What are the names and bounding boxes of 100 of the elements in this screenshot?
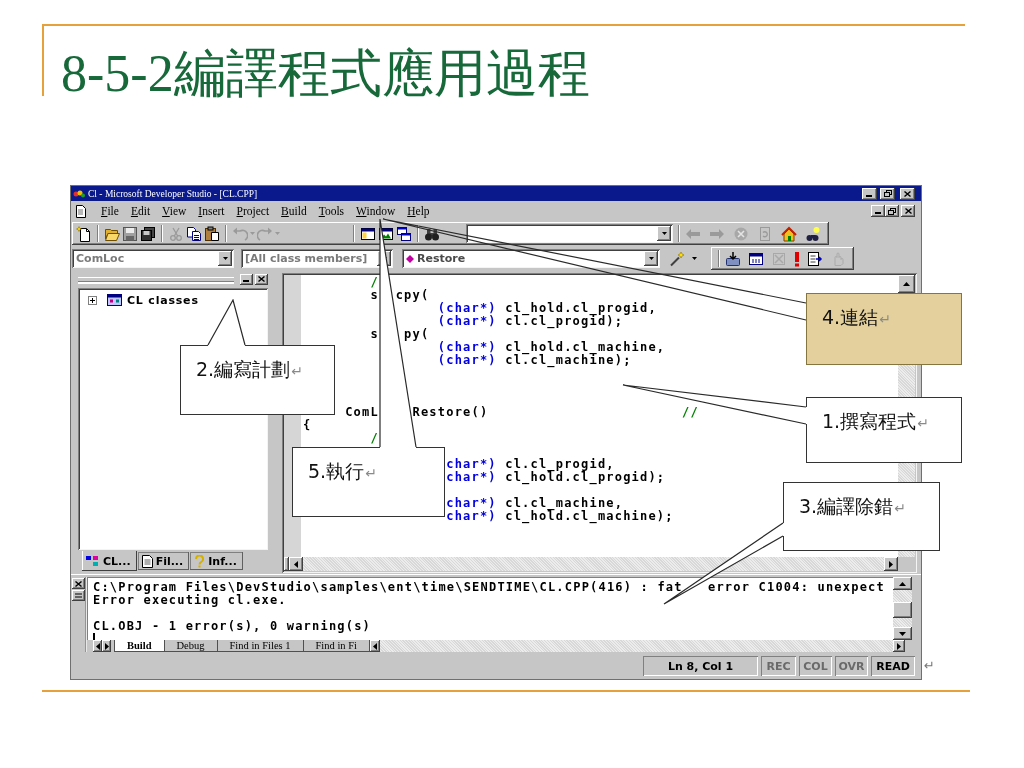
home-icon[interactable]: [781, 225, 797, 242]
menu-item[interactable]: Project: [230, 204, 276, 218]
close-button[interactable]: [72, 578, 85, 589]
output-line: C:\Program Files\DevStudio\samples\ent\time\SENDTIME\CL.CPP(416) : fat error C1004: unexpect: [93, 580, 885, 594]
code-line: {: [303, 419, 312, 432]
code-line: s py(: [370, 328, 430, 341]
code-line: char*) cl_hold.cl_machine);: [446, 510, 674, 523]
restore-icon: [883, 190, 892, 197]
menu-item[interactable]: File: [95, 204, 125, 218]
pane-tab[interactable]: CL...: [82, 551, 137, 571]
classes-icon: [107, 293, 123, 307]
find-combo[interactable]: [466, 224, 673, 243]
scrollbar-track[interactable]: [898, 365, 915, 397]
down-arrow-icon: [899, 631, 906, 636]
minimize-button[interactable]: [240, 273, 253, 285]
up-arrow-icon: [899, 581, 906, 586]
scroll-right-button[interactable]: [884, 557, 898, 571]
cursor-position: Ln 8, Col 1: [643, 656, 758, 676]
close-button[interactable]: [255, 273, 268, 285]
callout-text: 5.執行↵: [308, 459, 377, 484]
scroll-down-button[interactable]: [893, 627, 912, 640]
output-tab[interactable]: Find in Files 1: [216, 640, 304, 652]
code-line: char*) cl_hold.cl_progid);: [446, 471, 666, 484]
new-file-icon[interactable]: [76, 225, 92, 242]
pane-tab[interactable]: Fil...: [137, 552, 190, 570]
scrollbar-thumb[interactable]: [893, 602, 912, 618]
save-all-icon[interactable]: [140, 225, 156, 242]
document-icon[interactable]: [74, 204, 87, 218]
dock-button[interactable]: [72, 590, 85, 601]
dropdown-button[interactable]: [657, 226, 671, 241]
dropdown-button[interactable]: [644, 251, 658, 266]
output-tab[interactable]: Find in Fi: [302, 640, 370, 652]
menu-item[interactable]: Insert: [192, 204, 231, 218]
close-button[interactable]: [900, 187, 915, 200]
dropdown-button[interactable]: [218, 251, 232, 266]
code-line: (char*) cl_hold.cl_machine,: [437, 341, 666, 354]
paragraph-mark: ↵: [924, 658, 935, 673]
save-icon[interactable]: [122, 225, 138, 242]
scrollbar-track[interactable]: [898, 463, 915, 482]
restore-button[interactable]: [880, 187, 895, 200]
tree-item[interactable]: CL classes: [127, 293, 199, 307]
page-arrow-icon[interactable]: [807, 250, 823, 267]
menu-item[interactable]: Help: [401, 204, 436, 218]
close-icon: [75, 580, 82, 587]
status-indicator: READ: [871, 656, 915, 676]
scroll-up-button[interactable]: [898, 275, 915, 293]
scroll-left-button[interactable]: [369, 640, 380, 652]
scroll-right-button[interactable]: [102, 640, 111, 652]
code-line: char*) cl.cl_progid,: [446, 458, 615, 471]
code-line: char*) cl.cl_machine,: [446, 497, 624, 510]
restore-button[interactable]: [885, 205, 899, 217]
caret-icon: [222, 257, 228, 260]
paste-icon[interactable]: [204, 225, 220, 242]
window-pane-icon[interactable]: [360, 225, 376, 242]
member-combo[interactable]: Restore: [402, 249, 660, 268]
scroll-left-button[interactable]: [289, 557, 303, 571]
window-title: Cl - Microsoft Developer Studio - [CL.CPP]: [88, 187, 259, 200]
cascaded-windows-icon[interactable]: [396, 225, 412, 242]
caret-icon: [661, 232, 667, 235]
right-arrow-icon: [889, 560, 893, 568]
output-tab[interactable]: Debug: [163, 640, 218, 652]
status-indicator: REC: [761, 656, 796, 676]
grid-window-icon[interactable]: [748, 250, 764, 267]
code-line: (char*) cl.cl_machine);: [437, 354, 632, 367]
menu-item[interactable]: Tools: [312, 204, 351, 218]
code-line: s cpy(: [370, 289, 430, 302]
left-arrow-icon: [294, 560, 298, 568]
exclamation-icon[interactable]: [794, 250, 800, 267]
minimize-button[interactable]: [871, 205, 885, 217]
minimize-button[interactable]: [862, 187, 877, 200]
scroll-right-button[interactable]: [893, 640, 905, 652]
copy-icon[interactable]: [186, 225, 202, 242]
scroll-left-button[interactable]: [93, 640, 102, 652]
pane-gripper[interactable]: [78, 276, 234, 282]
class-combo[interactable]: ComLoc: [72, 249, 234, 268]
code-line: ComL Restore() //: [345, 406, 699, 419]
scrollbar-track[interactable]: [898, 551, 915, 557]
scroll-up-button[interactable]: [893, 577, 912, 590]
menu-item[interactable]: Build: [275, 204, 313, 218]
left-arrow-icon: [95, 642, 100, 650]
code-line: /: [370, 276, 379, 289]
menu-item[interactable]: View: [156, 204, 193, 218]
pane-tab[interactable]: Inf...: [190, 552, 243, 570]
expand-icon[interactable]: [88, 295, 97, 305]
close-button[interactable]: [901, 205, 915, 217]
file-icon: [141, 554, 153, 568]
tray-down-arrow-icon[interactable]: [725, 250, 741, 267]
status-indicator: OVR: [835, 656, 868, 676]
caret-icon[interactable]: [692, 257, 697, 260]
wand-icon[interactable]: [669, 250, 685, 267]
close-icon: [258, 276, 265, 282]
binoculars-bulb-icon[interactable]: [805, 225, 821, 242]
split-handle[interactable]: [284, 557, 289, 571]
output-line: Error executing cl.exe.: [93, 593, 287, 607]
filter-combo[interactable]: [All class members]: [241, 249, 393, 268]
menu-item[interactable]: Edit: [124, 204, 157, 218]
caret-icon: [648, 257, 654, 260]
menu-item[interactable]: Window: [350, 204, 402, 218]
output-tab[interactable]: Build: [114, 640, 165, 652]
slide-title: 8-5-2編譯程式應用過程: [61, 46, 590, 102]
